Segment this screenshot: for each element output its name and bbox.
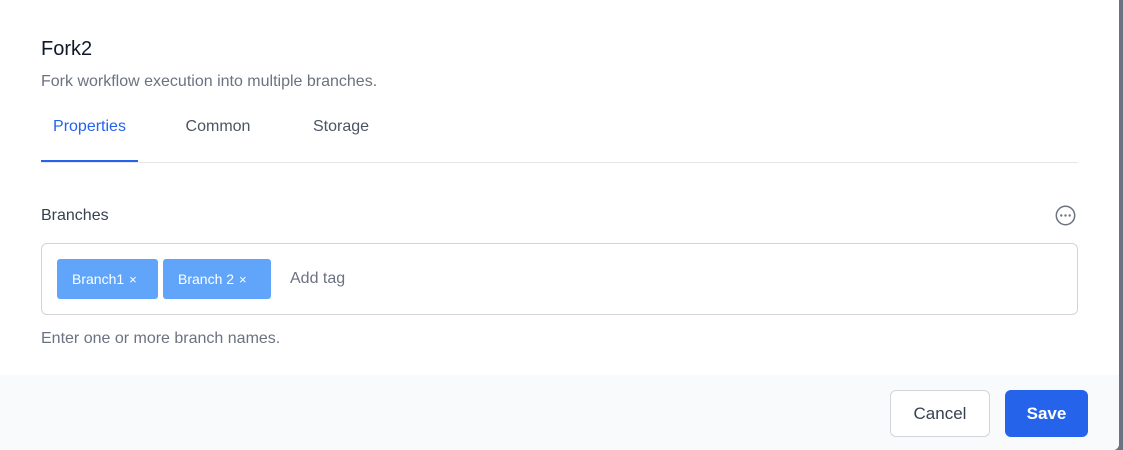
tag-remove-icon[interactable]: × [129,260,137,300]
tag-branch-2: Branch 2 × [163,259,271,299]
ellipsis-circle-icon[interactable] [1055,205,1076,226]
properties-dialog: Fork2 Fork workflow execution into multi… [0,0,1119,450]
tab-common[interactable]: Common [173,107,263,162]
dialog-footer: Cancel Save [0,375,1119,450]
dialog-title: Fork2 [41,38,93,60]
tab-storage[interactable]: Storage [299,107,383,162]
dialog-content: Fork2 Fork workflow execution into multi… [0,0,1119,375]
branches-helper-text: Enter one or more branch names. [41,330,281,347]
add-tag-input[interactable] [290,266,590,292]
tab-properties[interactable]: Properties [41,107,138,162]
save-button[interactable]: Save [1005,390,1088,437]
branches-label: Branches [41,207,109,224]
tag-branch1: Branch1 × [57,259,158,299]
dialog-subtitle: Fork workflow execution into multiple br… [41,73,378,90]
cancel-button[interactable]: Cancel [890,390,990,437]
tag-label: Branch 2 [178,271,235,287]
tag-remove-icon[interactable]: × [239,260,247,300]
tag-label: Branch1 [72,271,125,287]
tab-bar: Properties Common Storage [41,107,1078,163]
branches-tag-input[interactable]: Branch1 × Branch 2 × [41,243,1078,315]
